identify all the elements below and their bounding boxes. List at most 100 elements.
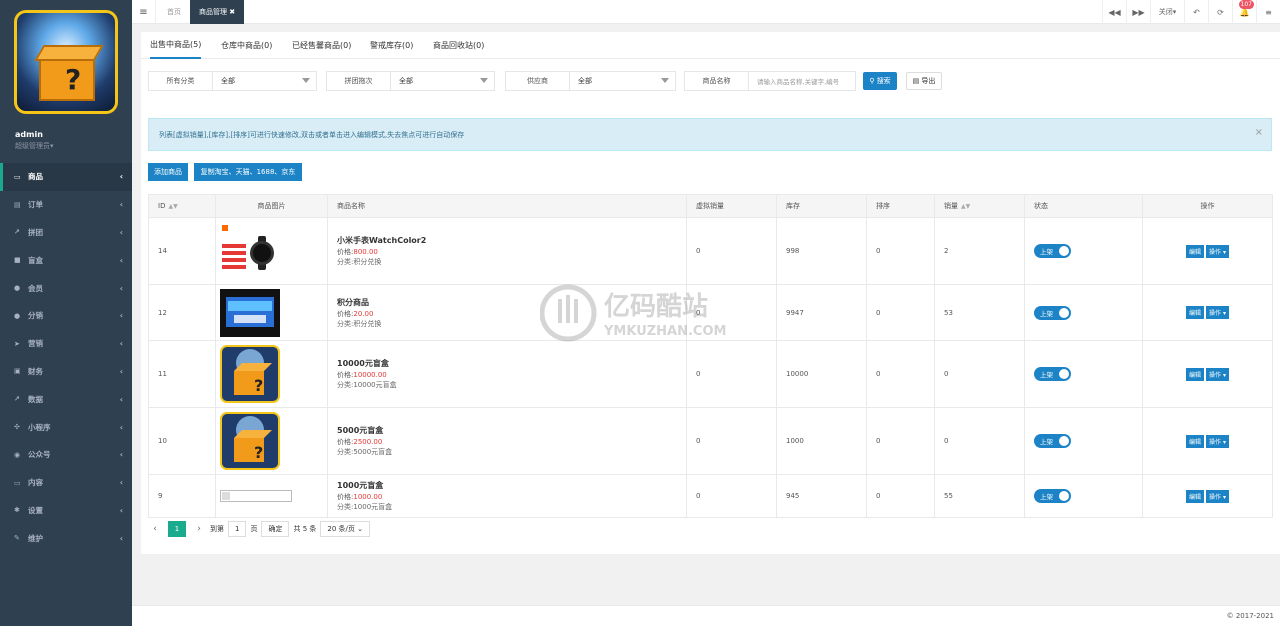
sort-cell[interactable]: 0 xyxy=(866,217,935,285)
product-image-box[interactable] xyxy=(220,288,280,337)
page-size-select[interactable]: 20 条/页 ⌄ xyxy=(320,521,370,537)
svg-text:YMKUZHAN.COM: YMKUZHAN.COM xyxy=(603,324,726,339)
virtual-sales-cell[interactable]: 0 xyxy=(686,474,777,518)
tab-low-stock[interactable]: 警戒库存(0) xyxy=(370,32,413,59)
virtual-sales-cell[interactable]: 0 xyxy=(686,340,777,408)
close-icon[interactable]: × xyxy=(1255,127,1263,138)
avatar[interactable]: ? xyxy=(14,10,118,114)
category-select[interactable]: 全部 xyxy=(213,72,316,90)
sidebar-item-maintenance[interactable]: ✎ 维护 ‹ xyxy=(0,524,132,552)
product-image-mystery-box[interactable]: ? xyxy=(220,345,280,403)
tab-sold-out[interactable]: 已经售馨商品(0) xyxy=(292,32,351,59)
status-toggle[interactable]: 上架 xyxy=(1034,367,1071,381)
prev-page-icon[interactable]: ‹ xyxy=(148,524,162,534)
sidebar-item-group[interactable]: ↗ 拼团 ‹ xyxy=(0,219,132,247)
scroll-left-icon[interactable]: ◀◀ xyxy=(1102,0,1126,24)
product-image-watch[interactable] xyxy=(220,222,280,280)
virtual-sales-cell[interactable]: 0 xyxy=(686,217,777,285)
close-tabs-dropdown[interactable]: 关闭▾ xyxy=(1150,0,1184,24)
category-filter: 所有分类 全部 xyxy=(148,71,317,91)
edit-button[interactable]: 编辑 xyxy=(1186,489,1205,503)
status-toggle[interactable]: 上架 xyxy=(1034,305,1071,320)
operation-dropdown[interactable]: 操作 ▾ xyxy=(1206,367,1229,381)
export-button[interactable]: ▤ 导出 xyxy=(906,72,942,90)
status-toggle[interactable]: 上架 xyxy=(1034,489,1071,503)
edit-button[interactable]: 编辑 xyxy=(1186,306,1205,319)
menu-icon[interactable]: ≡ xyxy=(1256,0,1280,24)
edit-button[interactable]: 编辑 xyxy=(1186,367,1205,381)
sidebar-item-content[interactable]: ▭ 内容 ‹ xyxy=(0,469,132,497)
confirm-button[interactable]: 确定 xyxy=(261,521,290,537)
menu-toggle-icon[interactable]: ≡ xyxy=(132,0,156,24)
product-image-mystery-box[interactable]: ? xyxy=(220,412,280,470)
stock-cell[interactable]: 1000 xyxy=(776,407,867,475)
user-name[interactable]: admin xyxy=(15,130,43,139)
sidebar-item-members[interactable]: ● 会员 ‹ xyxy=(0,274,132,302)
product-name[interactable]: 5000元盲盒 xyxy=(337,425,686,436)
sidebar-item-wechat[interactable]: ◉ 公众号 ‹ xyxy=(0,441,132,469)
goods-table: ID ▲▼ 商品图片 商品名称 虚拟销量 库存 排序 销量 ▲▼ 状态 操作 14 xyxy=(148,194,1273,518)
sidebar-item-goods[interactable]: ▭ 商品 ‹ xyxy=(0,163,132,191)
group-select[interactable]: 全部 xyxy=(391,72,494,90)
edit-button[interactable]: 编辑 xyxy=(1186,434,1205,448)
stock-cell[interactable]: 998 xyxy=(776,217,867,285)
page-1-button[interactable]: 1 xyxy=(168,521,186,537)
sort-cell[interactable]: 0 xyxy=(866,407,935,475)
sidebar-item-marketing[interactable]: ➤ 营销 ‹ xyxy=(0,330,132,358)
stock-cell[interactable]: 10000 xyxy=(776,340,867,408)
operation-dropdown[interactable]: 操作 ▾ xyxy=(1206,244,1229,258)
sort-cell[interactable]: 0 xyxy=(866,340,935,408)
sidebar-item-miniapp[interactable]: ✣ 小程序 ‹ xyxy=(0,413,132,441)
status-toggle[interactable]: 上架 xyxy=(1034,434,1071,448)
tab-on-sale[interactable]: 出售中商品(5) xyxy=(150,32,202,59)
virtual-sales-cell[interactable]: 0 xyxy=(686,407,777,475)
tab-recycle-bin[interactable]: 商品回收站(0) xyxy=(433,32,484,59)
chevron-left-icon: ‹ xyxy=(119,450,123,460)
back-icon[interactable]: ↶ xyxy=(1184,0,1208,24)
sidebar-item-finance[interactable]: ▣ 财务 ‹ xyxy=(0,358,132,386)
refresh-icon[interactable]: ⟳ xyxy=(1208,0,1232,24)
operation-dropdown[interactable]: 操作 ▾ xyxy=(1206,306,1229,319)
user-role-dropdown[interactable]: 超级管理员▾ xyxy=(15,141,54,151)
status-toggle[interactable]: 上架 xyxy=(1034,244,1071,258)
send-icon: ➤ xyxy=(14,339,20,348)
stock-cell[interactable]: 9947 xyxy=(776,284,867,341)
stock-cell[interactable]: 945 xyxy=(776,474,867,518)
product-name[interactable]: 1000元盲盒 xyxy=(337,480,686,491)
search-input[interactable]: 请输入商品名称,关键字,编号 xyxy=(749,72,855,90)
sidebar-item-distribution[interactable]: ● 分销 ‹ xyxy=(0,302,132,330)
sort-cell[interactable]: 0 xyxy=(866,284,935,341)
operation-dropdown[interactable]: 操作 ▾ xyxy=(1206,434,1229,448)
table-row: 11 ? 10000元盲盒 价格:10000.00 分类:10000元盲盒 0 xyxy=(148,340,1273,408)
chevron-down-icon xyxy=(661,78,669,83)
product-name[interactable]: 10000元盲盒 xyxy=(337,358,686,369)
scroll-right-icon[interactable]: ▶▶ xyxy=(1126,0,1150,24)
sidebar-item-blindbox[interactable]: ■ 盲盒 ‹ xyxy=(0,246,132,274)
sidebar-item-orders[interactable]: ▤ 订单 ‹ xyxy=(0,191,132,219)
tab-in-warehouse[interactable]: 仓库中商品(0) xyxy=(221,32,272,59)
col-sales[interactable]: 销量 ▲▼ xyxy=(934,194,1025,218)
sidebar-item-settings[interactable]: ✱ 设置 ‹ xyxy=(0,497,132,525)
bell-icon[interactable]: 🔔 107 xyxy=(1232,0,1256,24)
copy-goods-button[interactable]: 复制淘宝、天猫、1688、京东 xyxy=(194,163,302,181)
search-button[interactable]: ⚲ 搜索 xyxy=(863,72,897,90)
product-category: 分类:1000元盲盒 xyxy=(337,503,393,511)
operation-dropdown[interactable]: 操作 ▾ xyxy=(1206,489,1229,503)
broken-image-icon[interactable] xyxy=(220,490,292,502)
tab-home[interactable]: 首页 xyxy=(158,0,190,24)
col-id[interactable]: ID ▲▼ xyxy=(148,194,216,218)
product-name[interactable]: 小米手表WatchColor2 xyxy=(337,235,686,246)
inbox-icon: ▭ xyxy=(14,478,21,487)
sort-cell[interactable]: 0 xyxy=(866,474,935,518)
product-category: 分类:5000元盲盒 xyxy=(337,448,393,456)
table-row: 14 小米手表WatchColor2 价格:800.00 分类:积分兑换 0 9… xyxy=(148,217,1273,285)
next-page-icon[interactable]: › xyxy=(192,524,206,534)
supplier-select[interactable]: 全部 xyxy=(570,72,675,90)
product-category: 分类:10000元盲盒 xyxy=(337,381,397,389)
add-goods-button[interactable]: 添加商品 xyxy=(148,163,188,181)
edit-button[interactable]: 编辑 xyxy=(1186,244,1205,258)
sidebar-item-data[interactable]: ↗ 数据 ‹ xyxy=(0,385,132,413)
tab-goods-management[interactable]: 商品管理 ✖ xyxy=(190,0,245,24)
sales-cell: 53 xyxy=(934,284,1025,341)
page-jump-input[interactable]: 1 xyxy=(228,521,247,537)
